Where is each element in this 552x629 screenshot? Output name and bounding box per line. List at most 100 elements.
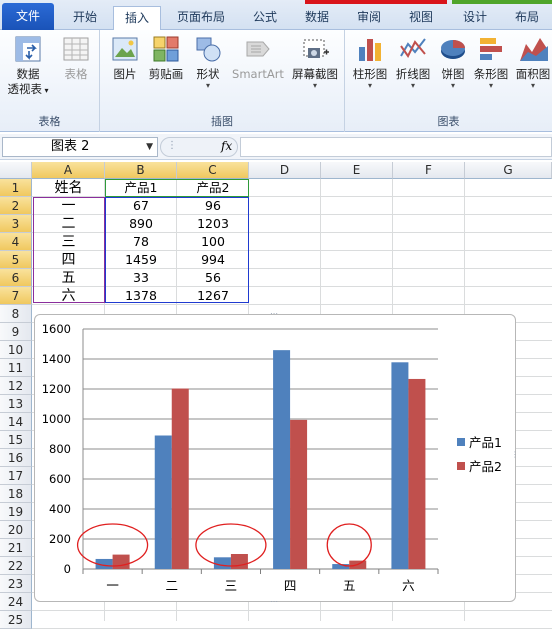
shapes-button[interactable]: 形状 ▾ [190,34,226,90]
x-tick-label: 四 [284,578,297,593]
row-header-22[interactable]: 22 [0,557,32,575]
row-header-11[interactable]: 11 [0,359,32,377]
picture-button[interactable]: 图片 [108,34,142,82]
row-header-10[interactable]: 10 [0,341,32,359]
pie-chart-icon [441,40,465,59]
y-tick-label: 1400 [42,352,71,366]
bar-series1 [391,362,409,569]
group-label-illustrations: 插图 [211,115,233,128]
worksheet-grid[interactable]: A B C D E F G 1 2 3 4 5 6 7 8 9 10 11 12 13 14 15 16 17 1… [0,162,552,629]
line-chart-button[interactable]: 折线图 ▾ [391,34,435,90]
table-button[interactable]: 表格 [56,34,96,82]
x-tick-label: 六 [402,578,415,593]
tab-review[interactable]: 审阅 [344,6,394,30]
y-tick-label: 800 [49,442,71,456]
legend-label: 产品2 [469,459,502,474]
insert-function-button[interactable]: fx [221,139,232,153]
row-header-7[interactable]: 7 [0,287,32,305]
range-highlight-series [105,179,249,197]
clipart-icon [153,36,179,62]
row-header-24[interactable]: 24 [0,593,32,611]
tab-formulas[interactable]: 公式 [240,6,290,30]
formula-input[interactable] [240,137,552,157]
y-tick-label: 400 [49,502,71,516]
name-box[interactable]: 图表 2 ▼ [2,137,158,157]
legend-swatch [457,438,465,446]
shapes-icon [196,37,221,62]
ribbon: 数据 透视表 ▾ 表格 表格 图片 剪贴画 形状 ▾ SmartArt 屏幕截图… [0,30,552,132]
pie-chart-button[interactable]: 饼图 ▾ [437,34,469,90]
legend-label: 产品1 [469,435,502,450]
row-header-2[interactable]: 2 [0,197,32,215]
column-chart-button[interactable]: 柱形图 ▾ [349,34,391,90]
y-tick-label: 600 [49,472,71,486]
line-chart-icon [400,38,426,58]
column-header-f[interactable]: F [393,162,465,179]
column-header-e[interactable]: E [321,162,393,179]
row-header-14[interactable]: 14 [0,413,32,431]
column-header-b[interactable]: B [105,162,177,179]
clipart-button[interactable]: 剪贴画 [146,34,186,82]
row-header-25[interactable]: 25 [0,611,32,629]
bar-series1 [213,557,231,569]
tab-layout[interactable]: 布局 [504,6,550,30]
row-header-21[interactable]: 21 [0,539,32,557]
row-header-15[interactable]: 15 [0,431,32,449]
cell-a1[interactable]: 姓名 [32,179,105,197]
embedded-chart[interactable]: ⋯ ⋯ ⋮ 0 200 400 600 800 1000 1200 1400 1600 一二三四五… [34,310,519,606]
smartart-button[interactable]: SmartArt [230,34,286,82]
row-header-17[interactable]: 17 [0,467,32,485]
group-tables: 数据 透视表 ▾ 表格 表格 [0,30,100,132]
screenshot-button[interactable]: 屏幕截图 ▾ [288,34,342,90]
column-chart-icon [359,39,381,61]
resize-grip-icon[interactable]: ⋮ [167,140,177,151]
column-header-d[interactable]: D [249,162,321,179]
row-header-16[interactable]: 16 [0,449,32,467]
tab-home[interactable]: 开始 [60,6,110,30]
pivot-table-icon [15,36,41,62]
smartart-icon [246,41,270,57]
y-tick-label: 200 [49,532,71,546]
row-header-12[interactable]: 12 [0,377,32,395]
row-header-23[interactable]: 23 [0,575,32,593]
row-header-4[interactable]: 4 [0,233,32,251]
tab-data[interactable]: 数据 [292,6,342,30]
row-header-3[interactable]: 3 [0,215,32,233]
row-header-5[interactable]: 5 [0,251,32,269]
row-header-8[interactable]: 8 [0,305,32,323]
name-box-value: 图表 2 [51,139,90,154]
row-header-19[interactable]: 19 [0,503,32,521]
name-box-dropdown-icon[interactable]: ▼ [146,138,153,156]
bar-series2 [230,554,248,569]
column-header-c[interactable]: C [177,162,249,179]
annotation-circle [326,523,372,567]
picture-icon [112,37,138,61]
column-header-g[interactable]: G [465,162,552,179]
x-tick-label: 五 [343,578,356,593]
row-header-9[interactable]: 9 [0,323,32,341]
row-header-13[interactable]: 13 [0,395,32,413]
row-header-6[interactable]: 6 [0,269,32,287]
column-header-a[interactable]: A [32,162,105,179]
select-all-corner[interactable] [0,162,32,179]
tab-design[interactable]: 设计 [452,6,498,30]
area-chart-button[interactable]: 面积图 ▾ [513,34,552,90]
group-illustrations: 图片 剪贴画 形状 ▾ SmartArt 屏幕截图 ▾ 插图 [100,30,345,132]
function-buttons: ⋮ fx [160,137,238,157]
tab-view[interactable]: 视图 [396,6,446,30]
row-header-20[interactable]: 20 [0,521,32,539]
row-header-1[interactable]: 1 [0,179,32,197]
x-tick-label: 三 [225,578,238,593]
bar-series2 [112,554,130,569]
y-tick-label: 0 [64,562,71,576]
range-highlight-values [105,197,249,303]
tab-page-layout[interactable]: 页面布局 [168,6,234,30]
legend-swatch [457,462,465,470]
bar-series1 [273,350,291,569]
chart-canvas: 0 200 400 600 800 1000 1200 1400 1600 一 二 三 四 五 六 产品1 产品… [42,322,502,593]
tab-file[interactable]: 文件 [2,3,54,30]
bar-chart-button[interactable]: 条形图 ▾ [471,34,511,90]
pivot-table-button[interactable]: 数据 透视表 ▾ [2,34,54,98]
row-header-18[interactable]: 18 [0,485,32,503]
tab-insert[interactable]: 插入 [113,6,161,31]
